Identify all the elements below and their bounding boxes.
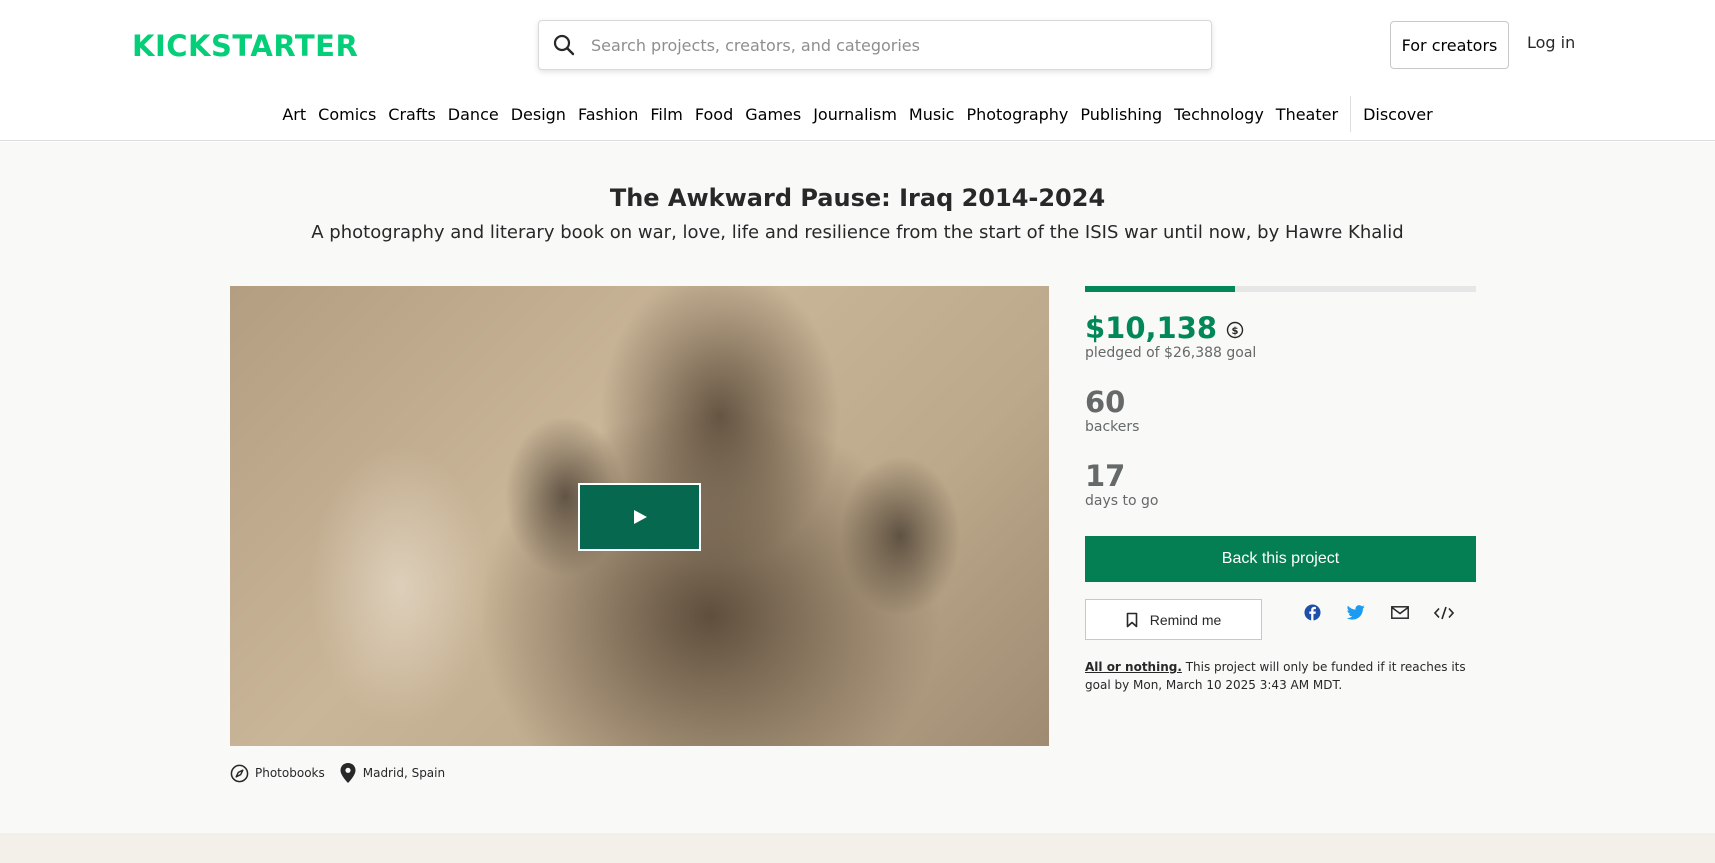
- logo-wordmark: KICKSTARTER: [132, 29, 358, 61]
- category-link-music[interactable]: Music: [903, 105, 961, 124]
- funding-panel: $10,138 $ pledged of $26,388 goal 60 bac…: [1085, 286, 1476, 694]
- backers-count: 60: [1085, 385, 1126, 419]
- twitter-icon: [1347, 605, 1365, 620]
- category-link-food[interactable]: Food: [689, 105, 739, 124]
- category-link-games[interactable]: Games: [739, 105, 807, 124]
- backers-label: backers: [1085, 419, 1140, 435]
- site-header: KICKSTARTER For creators Log in Art Comi…: [0, 0, 1715, 141]
- funding-progress-fill: [1085, 286, 1236, 292]
- currency-conversion-icon[interactable]: $: [1225, 320, 1245, 340]
- category-link-theater[interactable]: Theater: [1270, 105, 1344, 124]
- twitter-share-button[interactable]: [1344, 601, 1368, 625]
- funding-progress-bar: [1085, 286, 1476, 292]
- embed-code-icon: [1434, 606, 1454, 619]
- pledged-goal-label: pledged of $26,388 goal: [1085, 345, 1257, 361]
- category-link-film[interactable]: Film: [644, 105, 689, 124]
- remind-me-label: Remind me: [1149, 611, 1222, 628]
- share-links: [1300, 601, 1476, 625]
- svg-text:$: $: [1232, 326, 1239, 337]
- nav-divider: [1350, 96, 1352, 132]
- facebook-icon: [1303, 604, 1321, 621]
- category-link-photography[interactable]: Photography: [960, 105, 1074, 124]
- project-actions: Remind me: [1085, 599, 1476, 640]
- for-creators-button[interactable]: For creators: [1390, 21, 1509, 69]
- remind-me-button[interactable]: Remind me: [1085, 599, 1262, 640]
- kickstarter-logo[interactable]: KICKSTARTER: [132, 29, 372, 61]
- category-link-fashion[interactable]: Fashion: [572, 105, 644, 124]
- email-icon: [1391, 606, 1409, 619]
- search-input[interactable]: [591, 35, 1151, 55]
- bookmark-icon: [1126, 612, 1138, 627]
- all-or-nothing-link[interactable]: All or nothing.: [1085, 660, 1182, 674]
- compass-icon: [230, 764, 249, 782]
- search-bar[interactable]: [538, 20, 1212, 70]
- footer-band: [0, 833, 1715, 863]
- discover-link[interactable]: Discover: [1357, 105, 1439, 124]
- category-link-dance[interactable]: Dance: [442, 105, 505, 124]
- facebook-share-button[interactable]: [1300, 601, 1324, 625]
- project-meta: Photobooks Madrid, Spain: [230, 762, 459, 784]
- logo-text: KICKSTARTER: [132, 29, 358, 61]
- location-label: Madrid, Spain: [362, 766, 446, 780]
- project-video[interactable]: [230, 286, 1049, 746]
- category-link-art[interactable]: Art: [276, 105, 312, 124]
- back-this-project-button[interactable]: Back this project: [1085, 536, 1476, 582]
- category-label: Photobooks: [255, 766, 325, 780]
- play-icon: [633, 510, 647, 524]
- days-to-go-label: days to go: [1085, 493, 1159, 509]
- category-tag[interactable]: Photobooks: [230, 764, 325, 783]
- search-icon: [553, 34, 575, 56]
- project-subtitle: A photography and literary book on war, …: [311, 222, 1404, 243]
- category-link-design[interactable]: Design: [505, 105, 572, 124]
- project-title: The Awkward Pause: Iraq 2014-2024: [609, 184, 1106, 212]
- email-share-button[interactable]: [1388, 601, 1412, 625]
- all-or-nothing-notice: All or nothing. This project will only b…: [1085, 658, 1476, 694]
- location-tag[interactable]: Madrid, Spain: [339, 762, 445, 784]
- login-link[interactable]: Log in: [1527, 33, 1575, 52]
- category-link-publishing[interactable]: Publishing: [1074, 105, 1168, 124]
- location-pin-icon: [340, 763, 356, 783]
- pledged-row: $10,138 $: [1085, 311, 1476, 345]
- category-link-crafts[interactable]: Crafts: [382, 105, 442, 124]
- category-link-technology[interactable]: Technology: [1168, 105, 1270, 124]
- category-nav: Art Comics Crafts Dance Design Fashion F…: [0, 96, 1715, 132]
- embed-button[interactable]: [1432, 601, 1456, 625]
- play-button[interactable]: [578, 483, 701, 551]
- category-link-comics[interactable]: Comics: [312, 105, 382, 124]
- project-hero: The Awkward Pause: Iraq 2014-2024 A phot…: [0, 142, 1715, 833]
- pledged-amount: $10,138: [1085, 311, 1218, 345]
- days-to-go-count: 17: [1085, 459, 1126, 493]
- category-link-journalism[interactable]: Journalism: [807, 105, 903, 124]
